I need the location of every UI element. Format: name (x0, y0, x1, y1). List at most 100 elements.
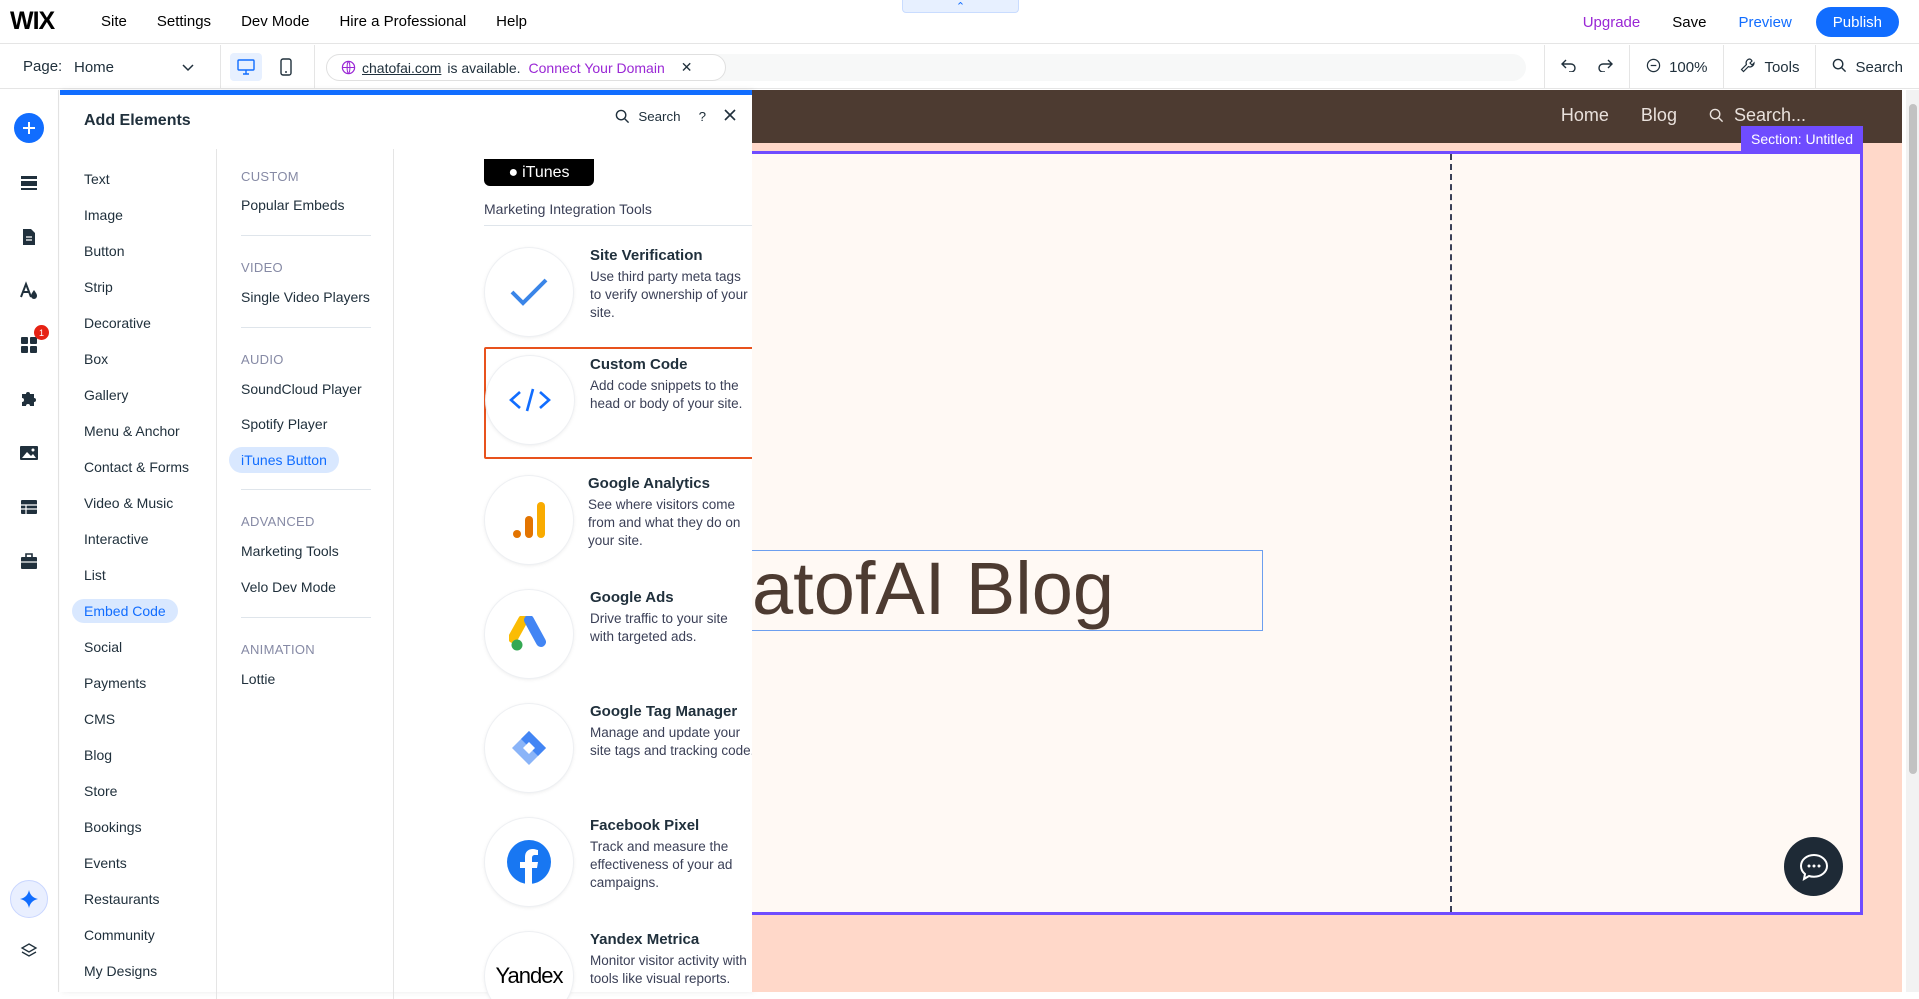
domain-name-link[interactable]: chatofai.com (362, 60, 441, 76)
category-interactive[interactable]: Interactive (72, 527, 161, 551)
sections-button[interactable] (13, 167, 45, 199)
business-apps-button[interactable] (13, 383, 45, 415)
panel-search-button[interactable]: Search (615, 109, 681, 124)
apps-button[interactable]: 1 (13, 325, 49, 361)
media-button[interactable] (13, 437, 45, 469)
element-card-site-verification[interactable]: Site Verification Use third party meta t… (484, 238, 752, 350)
card-description: Drive traffic to your site with targeted… (590, 611, 728, 644)
card-description: Use third party meta tags to verify owne… (590, 269, 748, 320)
category-button[interactable]: Button (72, 239, 136, 263)
site-search[interactable]: Search... (1709, 105, 1806, 126)
subcategory-marketing-tools[interactable]: Marketing Tools (229, 538, 351, 564)
category-box[interactable]: Box (72, 347, 120, 371)
category-decorative[interactable]: Decorative (72, 311, 163, 335)
card-title: Site Verification (590, 247, 703, 264)
subcategory-itunes-button[interactable]: iTunes Button (229, 447, 339, 473)
card-title: Google Analytics (588, 475, 710, 492)
search-button[interactable]: Search (1815, 45, 1919, 89)
selected-section[interactable] (752, 151, 1863, 915)
redo-icon[interactable] (1597, 58, 1614, 76)
site-nav-blog[interactable]: Blog (1641, 105, 1677, 126)
site-nav-home[interactable]: Home (1561, 105, 1609, 126)
design-button[interactable] (13, 275, 45, 307)
element-card-google-analytics[interactable]: Google Analytics See where visitors come… (484, 466, 752, 578)
upgrade-button[interactable]: Upgrade (1567, 14, 1657, 31)
layers-icon (20, 943, 38, 957)
cms-button[interactable] (13, 491, 45, 523)
mobile-view-button[interactable] (270, 53, 302, 81)
checkmark-icon (485, 248, 573, 336)
subcategory-velo-dev-mode[interactable]: Velo Dev Mode (229, 574, 348, 600)
element-card-google-ads[interactable]: Google Ads Drive traffic to your site wi… (484, 580, 752, 692)
tools-button[interactable]: Tools (1723, 45, 1815, 89)
category-gallery[interactable]: Gallery (72, 383, 140, 407)
panel-title: Add Elements (84, 112, 191, 129)
menu-help[interactable]: Help (481, 0, 542, 44)
subcategory-spotify-player[interactable]: Spotify Player (229, 411, 339, 437)
page-selector-value: Home (74, 58, 115, 76)
page-selector[interactable]: Home (74, 54, 194, 80)
subcategory-soundcloud-player[interactable]: SoundCloud Player (229, 376, 374, 402)
subcategory-lottie[interactable]: Lottie (229, 666, 287, 692)
collapse-toolbar-tab[interactable]: ⌃ (902, 0, 1019, 13)
element-card-google-tag-manager[interactable]: Google Tag Manager Manage and update you… (484, 694, 752, 806)
undo-icon[interactable] (1561, 58, 1577, 76)
publish-button[interactable]: Publish (1815, 7, 1899, 37)
category-restaurants[interactable]: Restaurants (72, 887, 171, 911)
google-analytics-icon (485, 476, 573, 564)
category-events[interactable]: Events (72, 851, 139, 875)
scrollbar-thumb[interactable] (1909, 104, 1917, 774)
site-header[interactable]: Home Blog Search... (752, 90, 1902, 143)
ai-assistant-button[interactable] (10, 880, 48, 918)
canvas-scrollbar[interactable] (1906, 90, 1919, 992)
section-label[interactable]: Section: Untitled (1741, 126, 1863, 151)
mobile-icon (280, 58, 292, 76)
domain-status: is available. (447, 59, 521, 76)
connect-domain-link[interactable]: Connect Your Domain (529, 60, 665, 76)
desktop-view-button[interactable] (230, 53, 262, 81)
category-bookings[interactable]: Bookings (72, 815, 154, 839)
category-video-music[interactable]: Video & Music (72, 491, 185, 515)
close-panel-button[interactable] (724, 109, 736, 124)
category-payments[interactable]: Payments (72, 671, 158, 695)
category-social[interactable]: Social (72, 635, 134, 659)
add-elements-button[interactable] (14, 113, 44, 143)
zoom-control[interactable]: 100% (1629, 45, 1723, 89)
category-strip[interactable]: Strip (72, 275, 125, 299)
category-image[interactable]: Image (72, 203, 135, 227)
save-button[interactable]: Save (1656, 14, 1722, 31)
subcategory-popular-embeds[interactable]: Popular Embeds (229, 192, 357, 218)
wix-logo[interactable]: WIX (10, 7, 90, 36)
menu-hire-professional[interactable]: Hire a Professional (324, 0, 481, 44)
category-community[interactable]: Community (72, 923, 167, 947)
portfolio-button[interactable] (13, 545, 45, 577)
category-cms[interactable]: CMS (72, 707, 127, 731)
layers-button[interactable] (13, 935, 45, 967)
category-my-designs[interactable]: My Designs (72, 959, 169, 983)
category-embed-code[interactable]: Embed Code (72, 599, 178, 623)
zoom-out-icon (1646, 58, 1661, 77)
help-button[interactable]: ? (699, 109, 706, 124)
subcategory-single-video-players[interactable]: Single Video Players (229, 284, 382, 310)
category-menu-anchor[interactable]: Menu & Anchor (72, 419, 192, 443)
pages-button[interactable] (13, 221, 45, 253)
category-blog[interactable]: Blog (72, 743, 124, 767)
category-store[interactable]: Store (72, 779, 129, 803)
blog-title[interactable]: atofAI Blog (752, 546, 1114, 631)
category-list[interactable]: List (72, 563, 118, 587)
category-text[interactable]: Text (72, 167, 122, 191)
itunes-button-preview[interactable]: ● iTunes (484, 159, 594, 186)
menu-dev-mode[interactable]: Dev Mode (226, 0, 324, 44)
close-icon[interactable]: ✕ (681, 59, 693, 76)
undo-redo (1544, 45, 1629, 89)
element-card-yandex-metrica[interactable]: Yandex Yandex Metrica Monitor visitor ac… (484, 922, 752, 999)
plus-icon (23, 122, 35, 134)
element-card-custom-code[interactable]: Custom Code Add code snippets to the hea… (484, 347, 752, 459)
category-contact-forms[interactable]: Contact & Forms (72, 455, 201, 479)
card-description: Monitor visitor activity with tools like… (590, 953, 747, 986)
menu-settings[interactable]: Settings (142, 0, 226, 44)
menu-site[interactable]: Site (101, 0, 142, 44)
preview-button[interactable]: Preview (1722, 14, 1807, 31)
element-card-facebook-pixel[interactable]: Facebook Pixel Track and measure the eff… (484, 808, 752, 920)
chat-button[interactable] (1784, 837, 1843, 896)
